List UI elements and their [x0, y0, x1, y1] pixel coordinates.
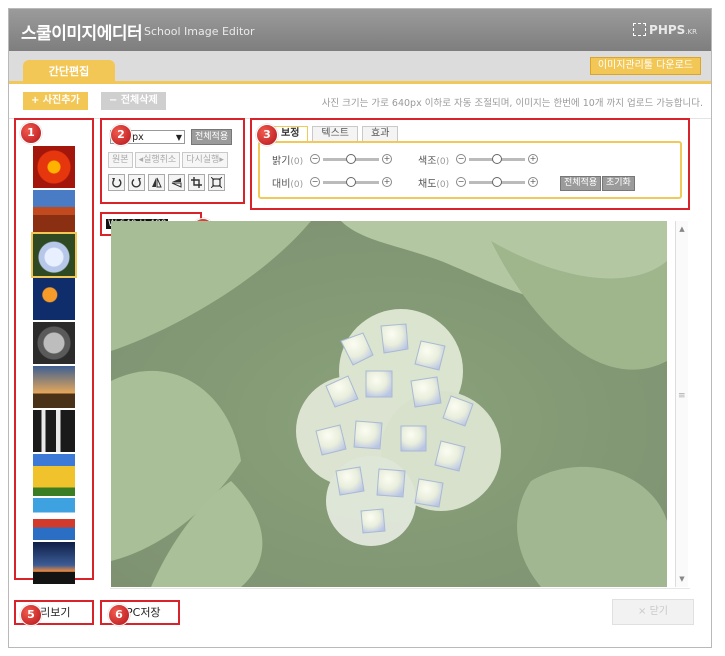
adjustment-panel: 보정 텍스트 효과 밝기(0) − + 대비(0) − + 색조(0) − + … — [250, 118, 690, 210]
title-bar: 스쿨이미지에디터 School Image Editor PHPS.KR — [9, 9, 711, 51]
footer-divider — [110, 588, 690, 589]
brightness-label: 밝기(0) — [272, 152, 310, 167]
delete-all-button[interactable]: − 전체삭제 — [101, 92, 166, 110]
hue-track[interactable] — [469, 153, 525, 164]
redo-arrow-icon: ▸ — [219, 155, 224, 165]
rotate-right-icon[interactable] — [128, 174, 145, 191]
download-tool-button[interactable]: 이미지관리툴 다운로드 — [589, 57, 701, 75]
chevron-down-icon: ▼ — [175, 133, 182, 142]
app-title: 스쿨이미지에디터 — [21, 24, 143, 44]
increase-icon[interactable]: + — [528, 177, 538, 187]
action-toolbar: + 사진추가 − 전체삭제 사진 크기는 가로 640px 이하로 자동 조절되… — [9, 84, 711, 119]
history-controls: 원본 ◂실행취소 다시실행▸ — [108, 152, 228, 168]
brand-mark-icon — [633, 23, 647, 36]
crop-icon[interactable] — [188, 174, 205, 191]
app-subtitle: School Image Editor — [144, 25, 255, 38]
increase-icon[interactable]: + — [382, 177, 392, 187]
hydrangea-photo — [111, 221, 667, 587]
image-canvas[interactable] — [111, 221, 667, 587]
contrast-label: 대비(0) — [272, 175, 310, 190]
thumbnail-item[interactable] — [33, 190, 75, 232]
close-button[interactable]: × 닫기 — [612, 599, 694, 625]
contrast-slider: 대비(0) − + — [272, 175, 392, 190]
saturation-value: (0) — [436, 179, 450, 190]
brand-suffix: .KR — [685, 28, 697, 36]
slider-handle[interactable] — [492, 176, 502, 187]
step-badge-1: 1 — [20, 122, 42, 144]
upload-notice: 사진 크기는 가로 640px 이하로 자동 조절되며, 이미지는 한번에 10… — [321, 98, 703, 109]
scroll-grip-icon[interactable]: ≡ — [678, 391, 686, 401]
decrease-icon[interactable]: − — [310, 154, 320, 164]
scroll-down-icon[interactable]: ▼ — [676, 573, 688, 585]
slider-handle[interactable] — [492, 153, 502, 164]
adjustment-body: 밝기(0) − + 대비(0) − + 색조(0) − + 채도(0) − + … — [258, 141, 682, 199]
step-badge-3: 3 — [256, 124, 278, 146]
thumbnail-item[interactable] — [33, 278, 75, 320]
thumbnail-item[interactable] — [33, 366, 75, 408]
flip-vertical-icon[interactable] — [168, 174, 185, 191]
thumbnail-item[interactable] — [31, 232, 77, 278]
brightness-track[interactable] — [323, 153, 379, 164]
thumbnail-item[interactable] — [33, 454, 75, 496]
add-photo-button[interactable]: + 사진추가 — [23, 92, 88, 110]
size-apply-all-button[interactable]: 전체적용 — [191, 129, 233, 145]
tab-simple-edit[interactable]: 간단편집 — [23, 60, 115, 84]
undo-label: 실행취소 — [143, 155, 177, 165]
decrease-icon[interactable]: − — [456, 177, 466, 187]
flip-horizontal-icon[interactable] — [148, 174, 165, 191]
scroll-up-icon[interactable]: ▲ — [676, 223, 688, 235]
tab-effect[interactable]: 효과 — [362, 126, 399, 141]
increase-icon[interactable]: + — [528, 154, 538, 164]
adjust-apply-all-button[interactable]: 전체적용 — [560, 176, 602, 191]
tab-bar: 간단편집 이미지관리툴 다운로드 — [9, 51, 711, 84]
hue-label: 색조(0) — [418, 152, 456, 167]
original-button[interactable]: 원본 — [108, 152, 133, 168]
saturation-slider: 채도(0) − + — [418, 175, 538, 190]
redo-button[interactable]: 다시실행▸ — [182, 152, 228, 168]
hue-slider: 색조(0) − + — [418, 152, 538, 167]
step-badge-6: 6 — [108, 604, 130, 626]
thumbnail-item[interactable] — [33, 498, 75, 540]
rotate-left-icon[interactable] — [108, 174, 125, 191]
slider-handle[interactable] — [346, 176, 356, 187]
canvas-scrollbar[interactable]: ▲ ≡ ▼ — [675, 221, 688, 587]
saturation-track[interactable] — [469, 176, 525, 187]
hue-value: (0) — [436, 156, 450, 167]
saturation-label-text: 채도 — [418, 178, 437, 190]
tab-text[interactable]: 텍스트 — [312, 126, 359, 141]
brightness-label-text: 밝기 — [272, 155, 291, 167]
undo-button[interactable]: ◂실행취소 — [134, 152, 181, 168]
step-badge-2: 2 — [110, 124, 132, 146]
contrast-value: (0) — [290, 179, 304, 190]
thumbnail-item[interactable] — [33, 410, 75, 452]
brand-name: PHPS — [649, 23, 686, 37]
brand-logo: PHPS.KR — [633, 23, 697, 37]
thumbnail-item[interactable] — [33, 146, 75, 188]
transform-tools — [108, 174, 225, 191]
thumbnail-item[interactable] — [33, 542, 75, 584]
thumbnail-item[interactable] — [33, 322, 75, 364]
brightness-value: (0) — [290, 156, 304, 167]
decrease-icon[interactable]: − — [456, 154, 466, 164]
redo-label: 다시실행 — [186, 155, 220, 165]
brightness-slider: 밝기(0) − + — [272, 152, 392, 167]
increase-icon[interactable]: + — [382, 154, 392, 164]
decrease-icon[interactable]: − — [310, 177, 320, 187]
adjustment-tabs: 보정 텍스트 효과 — [258, 126, 399, 141]
contrast-track[interactable] — [323, 176, 379, 187]
thumbnail-list — [14, 118, 94, 584]
fit-icon[interactable] — [208, 174, 225, 191]
slider-handle[interactable] — [346, 153, 356, 164]
reset-button[interactable]: 초기화 — [602, 176, 635, 191]
step-badge-5: 5 — [20, 604, 42, 626]
contrast-label-text: 대비 — [272, 178, 291, 190]
saturation-label: 채도(0) — [418, 175, 456, 190]
hue-label-text: 색조 — [418, 155, 437, 167]
